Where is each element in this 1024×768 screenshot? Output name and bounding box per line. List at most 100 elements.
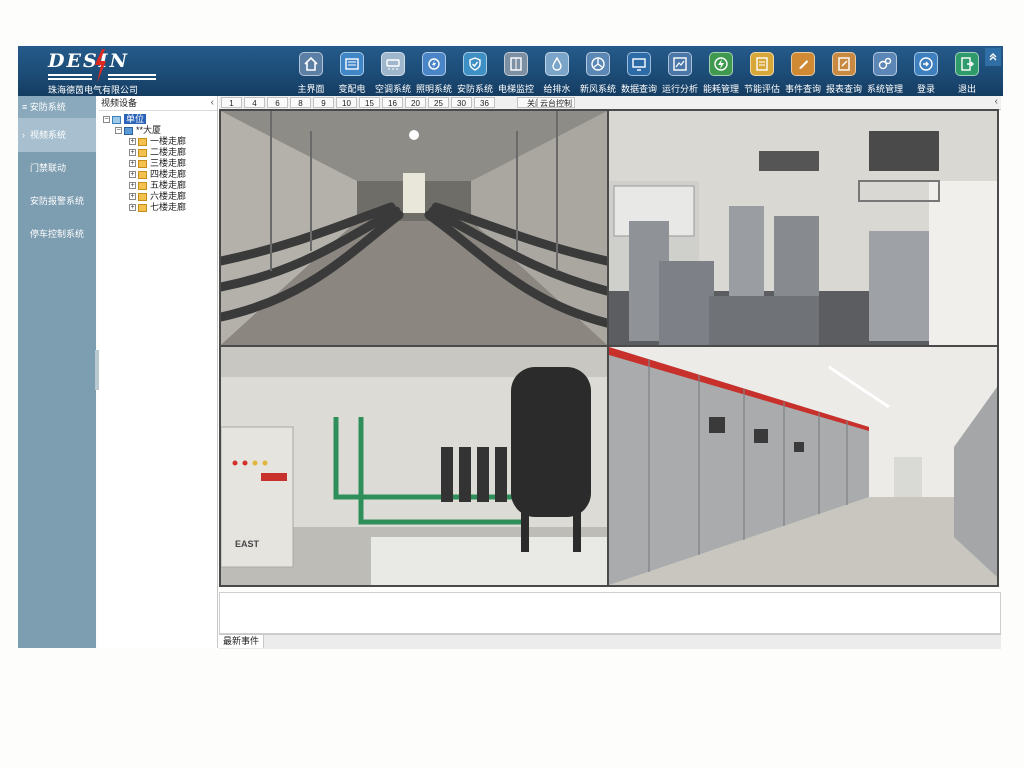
- layout-button[interactable]: 6: [267, 97, 288, 108]
- video-toolbar: 1 4 6 8 9 10 15 16 20 25 30 36 关闭 云台控制 ‹: [219, 96, 1001, 110]
- expand-icon[interactable]: +: [129, 138, 136, 146]
- login-icon: [914, 52, 938, 76]
- tab-latest-events[interactable]: 最新事件: [219, 635, 265, 648]
- menu-item-label: 安防报警系统: [30, 196, 85, 206]
- nav-elevator[interactable]: 电梯监控: [496, 49, 536, 95]
- expand-icon[interactable]: +: [129, 204, 136, 212]
- nav-lighting[interactable]: 照明系统: [414, 49, 454, 95]
- equipment-room-feed: [609, 111, 997, 345]
- camera-view-1[interactable]: [221, 111, 607, 345]
- collapse-icon[interactable]: −: [103, 116, 110, 124]
- expand-icon[interactable]: +: [129, 171, 136, 179]
- tree-node-corridor[interactable]: + 五楼走廊: [129, 180, 186, 191]
- nav-air-conditioner[interactable]: 空调系统: [373, 49, 413, 95]
- layout-button[interactable]: 30: [451, 97, 472, 108]
- layout-button[interactable]: 25: [428, 97, 449, 108]
- menu-header[interactable]: ≡ 安防系统: [18, 96, 96, 119]
- folder-icon: [138, 137, 147, 146]
- nav-gears[interactable]: 系统管理: [865, 49, 905, 95]
- building-icon: [124, 126, 133, 135]
- nav-home[interactable]: 主界面: [291, 49, 331, 95]
- nav-exit[interactable]: 退出: [947, 49, 987, 95]
- menu-item-access-control[interactable]: 门禁联动: [18, 152, 96, 185]
- camera-view-3[interactable]: EAST: [221, 347, 607, 585]
- ptz-control-button[interactable]: 云台控制: [537, 97, 575, 108]
- layout-button[interactable]: 1: [221, 97, 242, 108]
- app-header: DESIN 珠海德茵电气有限公司 主界面 变配电 空调系统 照明系统 安防系统 电梯监控给…: [18, 46, 1003, 96]
- logo-word: DESIN: [48, 50, 129, 72]
- tree-node-corridor[interactable]: + 三楼走廊: [129, 158, 186, 169]
- collapse-icon[interactable]: −: [115, 127, 122, 135]
- camera-view-2[interactable]: [609, 111, 997, 345]
- event-tab-bar: 最新事件: [219, 634, 1001, 649]
- tree-node-label: 七楼走廊: [150, 202, 187, 212]
- lighting-icon: [422, 52, 446, 76]
- menu-item-parking[interactable]: 停车控制系统: [18, 218, 96, 251]
- tree-node-building[interactable]: − **大厦: [115, 125, 161, 136]
- menu-item-video[interactable]: › 视频系统: [18, 119, 96, 152]
- menu-item-label: 视频系统: [30, 130, 67, 140]
- elevator-icon: [504, 52, 528, 76]
- layout-button[interactable]: 15: [359, 97, 380, 108]
- tree-node-label: 一楼走廊: [150, 136, 187, 146]
- shield-icon: [463, 52, 487, 76]
- tree-node-label: 二楼走廊: [150, 147, 187, 157]
- fan-icon: [586, 52, 610, 76]
- nav-fan[interactable]: 新风系统: [578, 49, 618, 95]
- tree-node-corridor[interactable]: + 七楼走廊: [129, 202, 186, 213]
- layout-button[interactable]: 36: [474, 97, 495, 108]
- layout-button[interactable]: 8: [290, 97, 311, 108]
- nav-login[interactable]: 登录: [906, 49, 946, 95]
- layout-button[interactable]: 9: [313, 97, 334, 108]
- unit-icon: [112, 115, 121, 124]
- gears-icon: [873, 52, 897, 76]
- chart-icon: [668, 52, 692, 76]
- energy-icon: [709, 52, 733, 76]
- folder-icon: [138, 192, 147, 201]
- tree-node-corridor[interactable]: + 六楼走廊: [129, 191, 186, 202]
- camera-view-4[interactable]: [609, 347, 997, 585]
- collapse-header-button[interactable]: [985, 48, 1001, 66]
- nav-energy[interactable]: 能耗管理: [701, 49, 741, 95]
- tree-node-label: **大厦: [136, 125, 162, 135]
- event-icon: [791, 52, 815, 76]
- nav-water-drop[interactable]: 给排水: [537, 49, 577, 95]
- exit-icon: [955, 52, 979, 76]
- folder-icon: [138, 159, 147, 168]
- nav-shield[interactable]: 安防系统: [455, 49, 495, 95]
- chevron-left-icon[interactable]: ‹: [995, 96, 998, 107]
- nav-power-distribution[interactable]: 变配电: [332, 49, 372, 95]
- expand-icon[interactable]: +: [129, 193, 136, 201]
- menu-item-alarm[interactable]: 安防报警系统: [18, 185, 96, 218]
- menu-title: 安防系统: [29, 102, 66, 112]
- tree-node-corridor[interactable]: + 四楼走廊: [129, 169, 186, 180]
- layout-button[interactable]: 4: [244, 97, 265, 108]
- folder-icon: [138, 148, 147, 157]
- nav-monitor[interactable]: 数据查询: [619, 49, 659, 95]
- collapse-tree-icon[interactable]: ‹: [211, 96, 214, 110]
- nav-event[interactable]: 事件查询: [783, 49, 823, 95]
- cabinet-brand-text: EAST: [235, 539, 260, 549]
- nav-label: 退出: [957, 84, 976, 94]
- list-icon: ≡: [22, 102, 30, 112]
- tree-node-label: 六楼走廊: [150, 191, 187, 201]
- pump-room-feed: EAST: [221, 347, 607, 585]
- switchgear-room-feed: [609, 347, 997, 585]
- layout-button[interactable]: 20: [405, 97, 426, 108]
- expand-icon[interactable]: +: [129, 149, 136, 157]
- tree-node-corridor[interactable]: + 一楼走廊: [129, 136, 186, 147]
- nav-chart[interactable]: 运行分析: [660, 49, 700, 95]
- menu-item-label: 门禁联动: [30, 163, 67, 173]
- nav-report[interactable]: 报表查询: [824, 49, 864, 95]
- assessment-icon: [750, 52, 774, 76]
- expand-icon[interactable]: +: [129, 160, 136, 168]
- expand-icon[interactable]: +: [129, 182, 136, 190]
- nav-assessment[interactable]: 节能评估: [742, 49, 782, 95]
- tree-node-root[interactable]: − 单位: [103, 114, 147, 125]
- tree-header: 视频设备 ‹: [99, 96, 217, 111]
- tree-node-corridor[interactable]: + 二楼走廊: [129, 147, 186, 158]
- system-menu: ≡ 安防系统 › 视频系统 门禁联动 安防报警系统 停车控制系统: [18, 96, 96, 648]
- folder-icon: [138, 181, 147, 190]
- layout-button[interactable]: 10: [336, 97, 357, 108]
- layout-button[interactable]: 16: [382, 97, 403, 108]
